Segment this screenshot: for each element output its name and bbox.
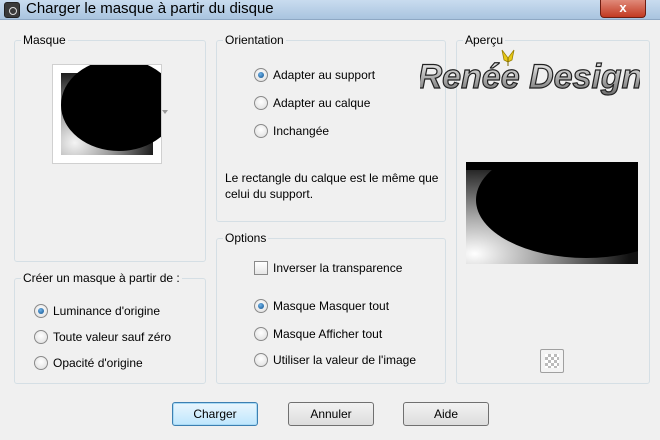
mask-image [61,59,177,155]
radio-label: Adapter au calque [273,96,371,110]
radio-label: Opacité d'origine [53,356,143,370]
radio-button[interactable] [34,356,48,370]
invert-transparency-checkbox[interactable]: Inverser la transparence [254,261,402,275]
watermark-text: Renée Design [420,58,640,96]
radio-label: Masque Afficher tout [273,327,383,341]
radio-button[interactable] [254,124,268,138]
radio-label: Luminance d'origine [53,304,161,318]
radio-luminance[interactable]: Luminance d'origine [34,304,160,318]
chevron-down-icon[interactable] [162,110,168,114]
radio-fit-layer[interactable]: Adapter au calque [254,96,370,110]
radio-label: Toute valeur sauf zéro [53,330,172,344]
radio-button[interactable] [34,330,48,344]
radio-button[interactable] [254,68,268,82]
watermark-logo: Renée Design [420,49,640,97]
checkerboard-icon[interactable] [540,349,564,373]
help-button[interactable]: Aide [403,402,489,426]
radio-hide-all[interactable]: Masque Masquer tout [254,299,389,313]
preview-image [466,162,638,264]
orientation-legend: Orientation [223,33,286,47]
title-bar: Charger le masque à partir du disque x [0,0,660,20]
radio-button[interactable] [254,353,268,367]
radio-opacity[interactable]: Opacité d'origine [34,356,143,370]
radio-nonzero[interactable]: Toute valeur sauf zéro [34,330,171,344]
checkbox[interactable] [254,261,268,275]
cancel-button[interactable]: Annuler [288,402,374,426]
app-icon [4,2,20,18]
radio-label: Adapter au support [273,68,376,82]
radio-button[interactable] [254,327,268,341]
radio-label: Masque Masquer tout [273,299,390,313]
radio-button[interactable] [254,96,268,110]
radio-fit-canvas[interactable]: Adapter au support [254,68,375,82]
window-title: Charger le masque à partir du disque [26,0,274,17]
radio-button[interactable] [34,304,48,318]
mask-group-legend: Masque [21,33,68,47]
orientation-info: Le rectangle du calque est le même que c… [225,171,439,201]
radio-image-value[interactable]: Utiliser la valeur de l'image [254,353,416,367]
radio-show-all[interactable]: Masque Afficher tout [254,327,382,341]
radio-button[interactable] [254,299,268,313]
radio-unchanged[interactable]: Inchangée [254,124,329,138]
load-button[interactable]: Charger [172,402,258,426]
options-legend: Options [223,231,269,245]
radio-label: Utiliser la valeur de l'image [273,353,417,367]
radio-label: Inchangée [273,124,330,138]
checkbox-label: Inverser la transparence [273,261,403,275]
close-button[interactable]: x [600,0,646,18]
mask-thumbnail[interactable] [52,59,177,164]
preview-legend: Aperçu [463,33,506,47]
create-mask-legend: Créer un masque à partir de : [21,271,182,285]
